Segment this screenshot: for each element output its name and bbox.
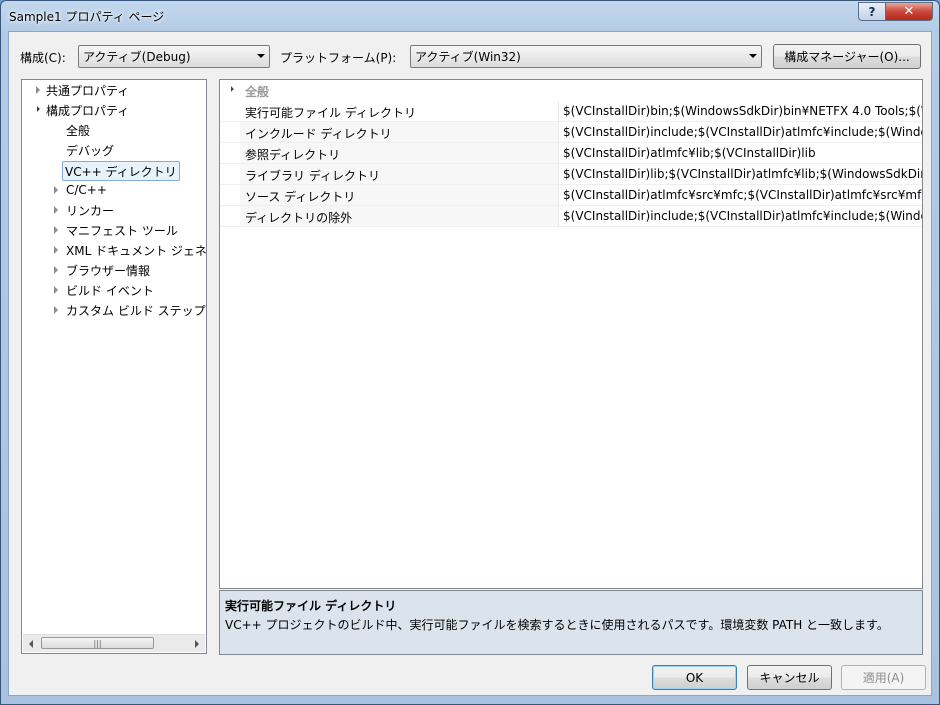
scroll-thumb[interactable]: |||	[41, 637, 154, 649]
grip-icon: |||	[93, 638, 102, 648]
scroll-right-icon[interactable]	[195, 640, 199, 648]
tree-item-label: 構成プロパティ	[46, 103, 130, 118]
expand-arrow-icon[interactable]	[54, 206, 58, 214]
grid-category-general[interactable]: 全般	[220, 82, 922, 100]
tree-horizontal-scrollbar[interactable]: |||	[23, 634, 205, 652]
property-name: ソース ディレクトリ	[245, 190, 356, 204]
title-bar[interactable]: Sample1 プロパティ ページ ? ✕	[1, 1, 939, 31]
tree-item-label: 共通プロパティ	[46, 83, 130, 98]
tree-item-label: C/C++	[66, 183, 107, 197]
property-name: インクルード ディレクトリ	[245, 127, 392, 141]
expand-arrow-icon[interactable]	[54, 306, 58, 314]
property-value[interactable]: $(VCInstallDir)include;$(VCInstallDir)at…	[563, 209, 922, 223]
property-grid: 全般 実行可能ファイル ディレクトリ $(VCInstallDir)bin;$(…	[219, 79, 923, 589]
expand-arrow-icon[interactable]	[54, 246, 58, 254]
property-row-source-directories[interactable]: ソース ディレクトリ $(VCInstallDir)atlmfc¥src¥mfc…	[220, 185, 922, 206]
expand-arrow-icon[interactable]	[36, 86, 40, 94]
help-icon: ?	[868, 4, 876, 19]
config-label: 構成(C):	[20, 51, 66, 65]
tree-item-xml-document-generator[interactable]: XML ドキュメント ジェネ	[54, 241, 207, 259]
ok-button[interactable]: OK	[652, 665, 737, 690]
expand-arrow-icon[interactable]	[54, 226, 58, 234]
tree-item-label: カスタム ビルド ステップ	[66, 303, 206, 318]
tree-item-general[interactable]: 全般	[66, 121, 90, 139]
tree-item-manifest-tool[interactable]: マニフェスト ツール	[54, 221, 178, 239]
property-name: ライブラリ ディレクトリ	[245, 169, 380, 183]
tree-item-label: マニフェスト ツール	[66, 223, 178, 238]
cancel-button[interactable]: キャンセル	[747, 665, 832, 690]
config-manager-button[interactable]: 構成マネージャー(O)...	[773, 44, 921, 69]
property-value[interactable]: $(VCInstallDir)include;$(VCInstallDir)at…	[563, 125, 922, 139]
expand-arrow-icon[interactable]	[54, 186, 58, 194]
chevron-down-icon	[749, 54, 757, 58]
tree-item-label: 全般	[66, 123, 91, 138]
expand-arrow-icon[interactable]	[54, 266, 58, 274]
chevron-down-icon	[257, 54, 265, 58]
property-name: 実行可能ファイル ディレクトリ	[245, 106, 416, 120]
collapse-arrow-icon[interactable]	[228, 86, 234, 92]
tree-item-browse-information[interactable]: ブラウザー情報	[54, 261, 151, 279]
property-row-library-directories[interactable]: ライブラリ ディレクトリ $(VCInstallDir)lib;$(VCInst…	[220, 164, 922, 185]
tree-item-config-properties[interactable]: 構成プロパティ	[34, 101, 130, 119]
tree-item-debug[interactable]: デバッグ	[66, 141, 114, 159]
scroll-left-icon[interactable]	[29, 640, 33, 648]
collapse-arrow-icon[interactable]	[34, 106, 40, 112]
platform-select-value: アクティブ(Win32)	[415, 50, 521, 64]
apply-button[interactable]: 適用(A)	[841, 665, 926, 690]
tree-item-label: VC++ ディレクトリ	[65, 164, 177, 179]
property-row-reference-directories[interactable]: 参照ディレクトリ $(VCInstallDir)atlmfc¥lib;$(VCI…	[220, 143, 922, 164]
tree-item-label: デバッグ	[66, 143, 115, 158]
tree-item-custom-build-step[interactable]: カスタム ビルド ステップ	[54, 301, 206, 319]
close-icon: ✕	[903, 4, 915, 19]
properties-dialog: Sample1 プロパティ ページ ? ✕ 構成(C): アクティブ(Debug…	[0, 0, 940, 705]
property-row-include-directories[interactable]: インクルード ディレクトリ $(VCInstallDir)include;$(V…	[220, 122, 922, 143]
platform-select[interactable]: アクティブ(Win32)	[410, 45, 762, 68]
tree-item-vc-directories[interactable]: VC++ ディレクトリ	[62, 161, 180, 181]
property-value[interactable]: $(VCInstallDir)atlmfc¥src¥mfc;$(VCInstal…	[563, 188, 922, 202]
expand-arrow-icon[interactable]	[54, 286, 58, 294]
property-name: 参照ディレクトリ	[245, 148, 341, 162]
property-value[interactable]: $(VCInstallDir)bin;$(WindowsSdkDir)bin¥N…	[563, 104, 922, 118]
help-button[interactable]: ?	[858, 2, 886, 21]
property-row-executable-directories[interactable]: 実行可能ファイル ディレクトリ $(VCInstallDir)bin;$(Win…	[220, 101, 922, 122]
config-select-value: アクティブ(Debug)	[83, 50, 191, 64]
tree-item-label: XML ドキュメント ジェネ	[66, 243, 207, 258]
property-name: ディレクトリの除外	[245, 211, 353, 225]
tree-item-label: リンカー	[66, 203, 115, 218]
property-value[interactable]: $(VCInstallDir)lib;$(VCInstallDir)atlmfc…	[563, 167, 922, 181]
dialog-client-area: 構成(C): アクティブ(Debug) プラットフォーム(P): アクティブ(W…	[8, 31, 932, 696]
tree-item-build-events[interactable]: ビルド イベント	[54, 281, 154, 299]
tree-item-cpp[interactable]: C/C++	[54, 181, 107, 199]
close-button[interactable]: ✕	[885, 2, 933, 21]
tree-item-common-properties[interactable]: 共通プロパティ	[36, 81, 130, 99]
property-tree[interactable]: 共通プロパティ 構成プロパティ 全般 デバッグ VC++ ディレクトリ C/C+…	[21, 79, 207, 654]
tree-item-label: ビルド イベント	[66, 283, 154, 298]
platform-label: プラットフォーム(P):	[280, 51, 397, 65]
description-title: 実行可能ファイル ディレクトリ	[225, 599, 397, 613]
tree-item-linker[interactable]: リンカー	[54, 201, 115, 219]
category-label: 全般	[245, 84, 270, 99]
description-panel: 実行可能ファイル ディレクトリ VC++ プロジェクトのビルド中、実行可能ファイ…	[219, 590, 923, 655]
property-row-exclude-directories[interactable]: ディレクトリの除外 $(VCInstallDir)include;$(VCIns…	[220, 206, 922, 227]
property-value[interactable]: $(VCInstallDir)atlmfc¥lib;$(VCInstallDir…	[563, 146, 922, 160]
tree-item-label: ブラウザー情報	[66, 263, 151, 278]
description-text: VC++ プロジェクトのビルド中、実行可能ファイルを検索するときに使用されるパス…	[225, 618, 889, 632]
window-title: Sample1 プロパティ ページ	[9, 10, 165, 24]
config-select[interactable]: アクティブ(Debug)	[78, 45, 270, 68]
